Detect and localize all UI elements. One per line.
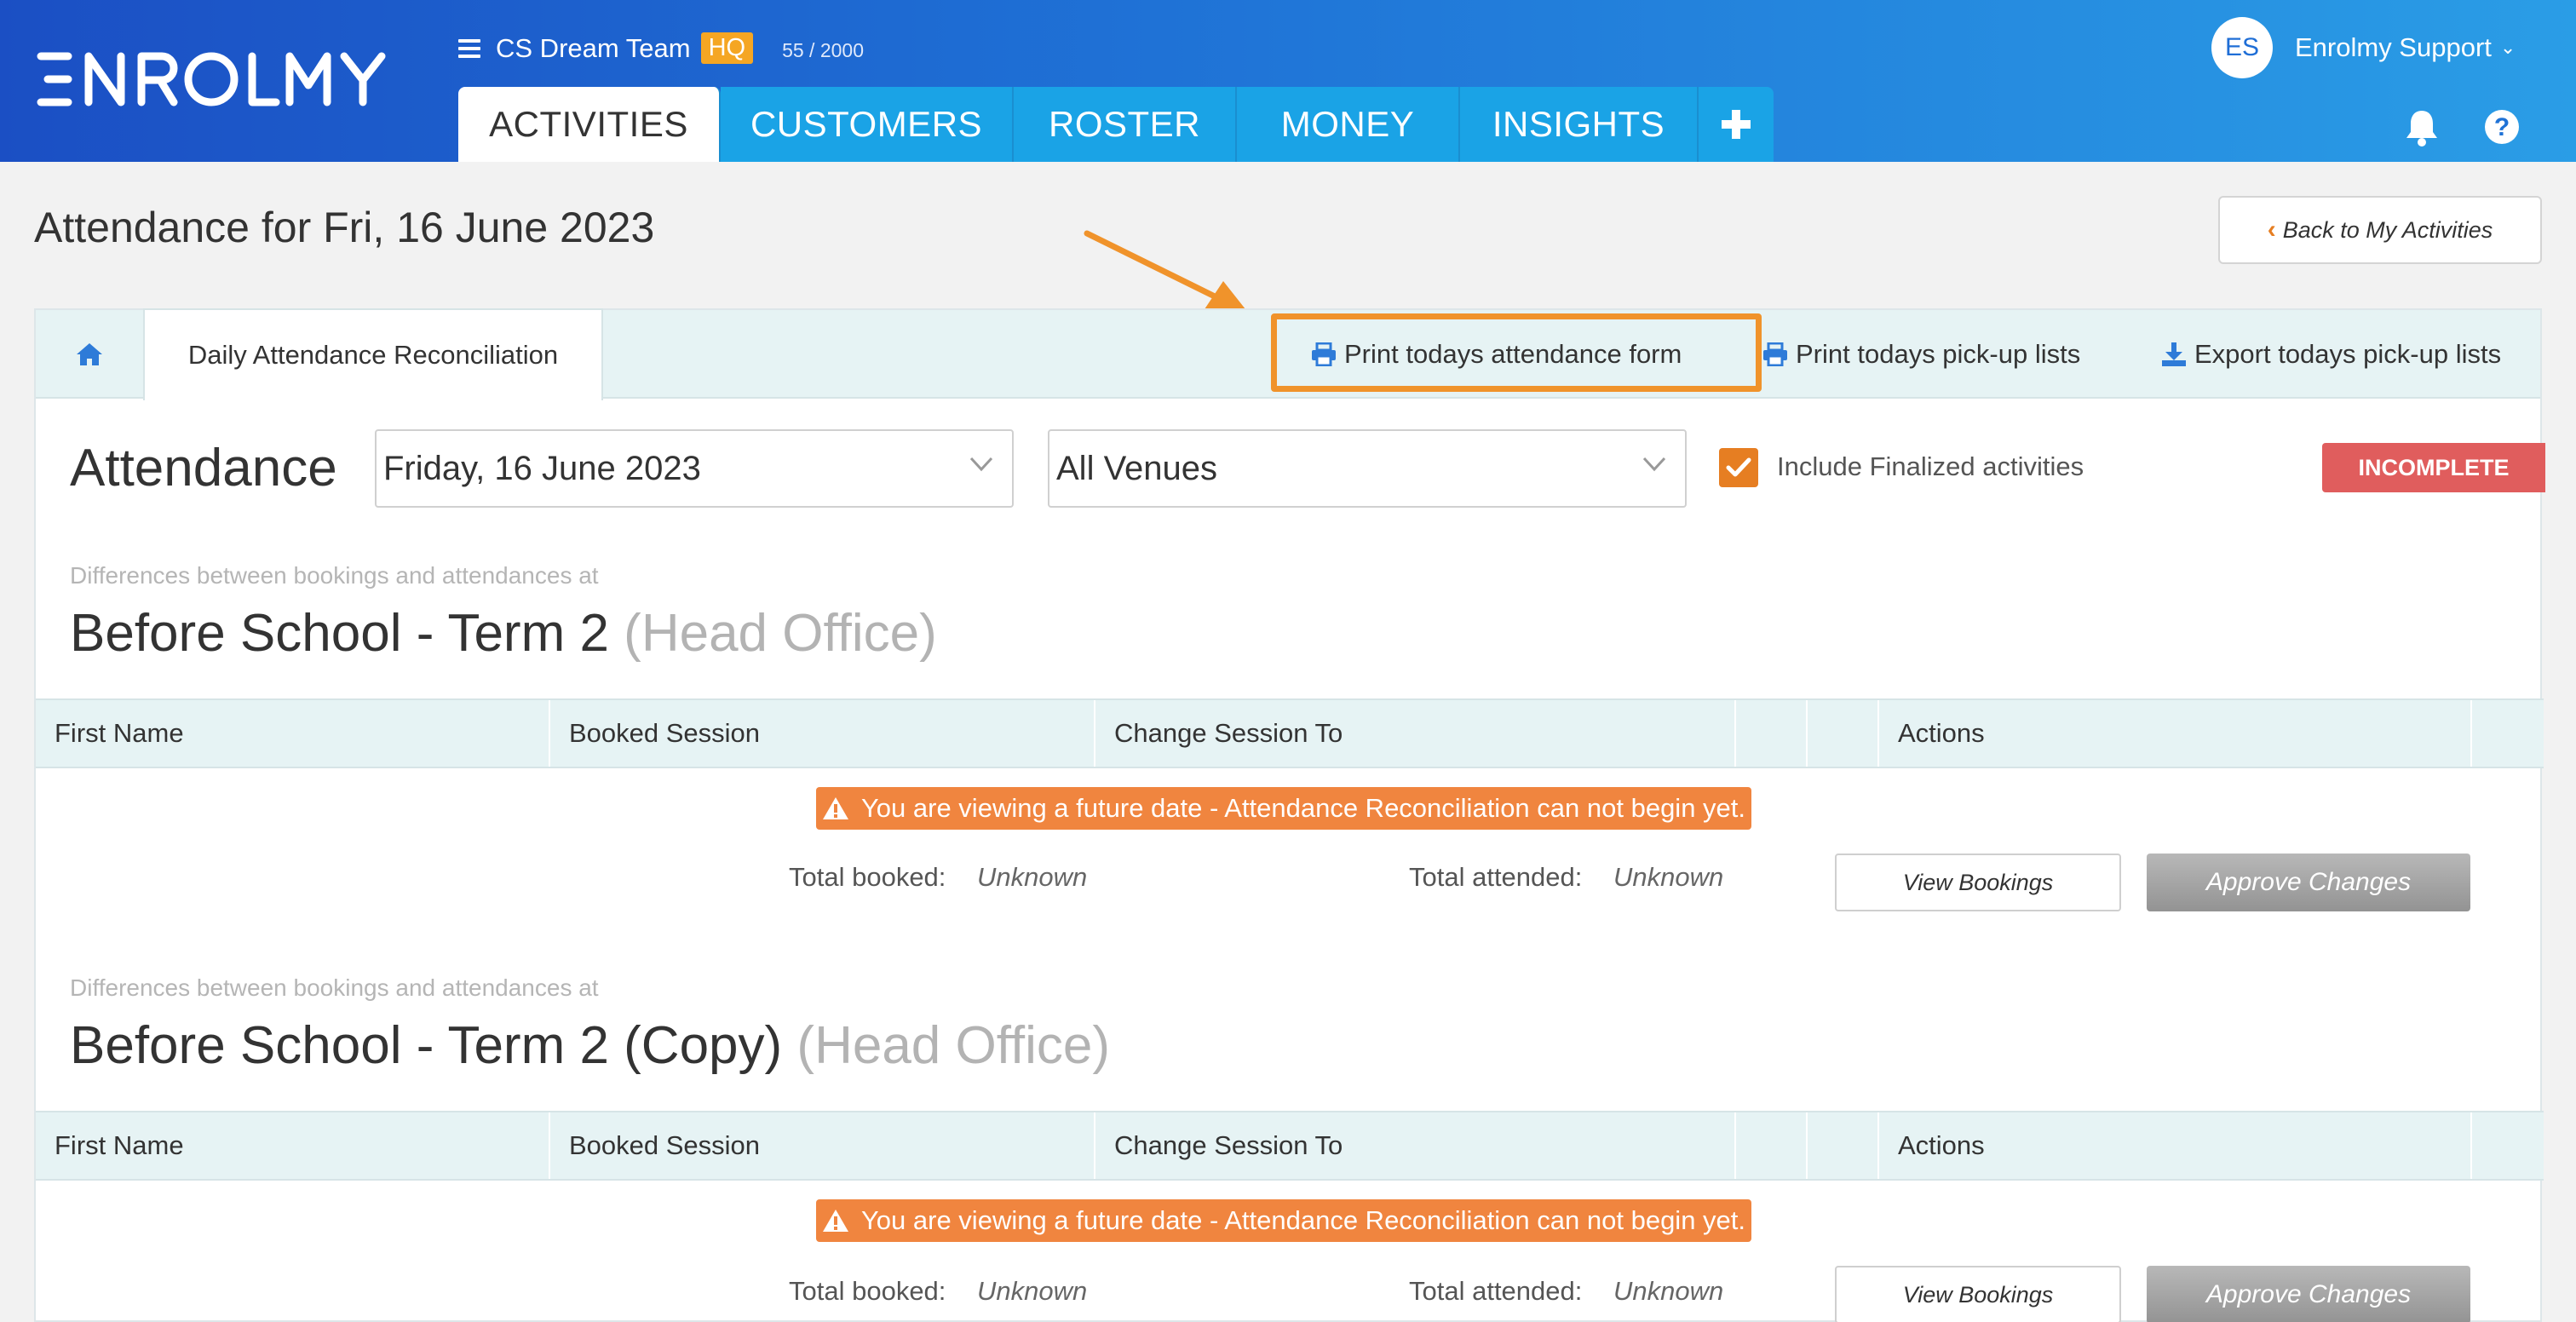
- chevron-down-icon: [969, 457, 993, 472]
- chevron-down-icon: [1642, 457, 1666, 472]
- total-booked-value: Unknown: [977, 862, 1088, 892]
- user-menu[interactable]: ES Enrolmy Support ⌄: [2211, 17, 2516, 78]
- help-button[interactable]: ?: [2484, 109, 2520, 149]
- section-subtitle: Differences between bookings and attenda…: [70, 562, 599, 589]
- column-blank: [1808, 1112, 1879, 1179]
- warning-icon: [822, 1210, 848, 1232]
- tab-roster[interactable]: ROSTER: [1014, 87, 1237, 162]
- print-pickup-lists-label: Print todays pick-up lists: [1796, 339, 2081, 369]
- section-activity-name: Before School - Term 2: [70, 604, 609, 663]
- total-attended-label: Total attended:: [1409, 862, 1583, 892]
- table-header: First Name Booked Session Change Session…: [36, 698, 2544, 768]
- total-attended-label: Total attended:: [1409, 1276, 1583, 1306]
- tab-daily-attendance-reconciliation[interactable]: Daily Attendance Reconciliation: [143, 308, 603, 400]
- section-location: (Head Office): [796, 1016, 1110, 1075]
- chevron-down-icon: ⌄: [2499, 37, 2516, 58]
- section-activity-name: Before School - Term 2 (Copy): [70, 1016, 783, 1075]
- future-date-warning: You are viewing a future date - Attendan…: [816, 1199, 1751, 1242]
- view-bookings-button[interactable]: View Bookings: [1835, 854, 2121, 911]
- column-booked-session: Booked Session: [550, 700, 1095, 767]
- section-location: (Head Office): [624, 604, 937, 663]
- total-attended: Total attended: Unknown: [1409, 1276, 1723, 1307]
- status-badge: INCOMPLETE: [2322, 443, 2545, 492]
- hq-badge: HQ: [700, 32, 754, 64]
- export-pickup-lists-link[interactable]: Export todays pick-up lists: [2160, 310, 2501, 399]
- help-icon: ?: [2485, 110, 2519, 144]
- print-pickup-lists-link[interactable]: Print todays pick-up lists: [1762, 310, 2080, 399]
- section-title: Before School - Term 2 (Copy) (Head Offi…: [70, 1015, 1110, 1076]
- tab-insights[interactable]: INSIGHTS: [1460, 87, 1699, 162]
- main-nav-tabs: ACTIVITIES CUSTOMERS ROSTER MONEY INSIGH…: [458, 87, 1774, 162]
- venue-select[interactable]: All Venues: [1048, 429, 1687, 508]
- back-to-activities-button[interactable]: ‹ Back to My Activities: [2218, 196, 2542, 264]
- team-switcher[interactable]: CS Dream Team HQ 55 / 2000: [458, 32, 864, 64]
- column-actions: Actions: [1879, 1112, 2472, 1179]
- total-booked: Total booked: Unknown: [789, 1276, 1087, 1307]
- tab-customers[interactable]: CUSTOMERS: [721, 87, 1014, 162]
- back-button-label: Back to My Activities: [2282, 216, 2493, 243]
- column-blank: [1808, 700, 1879, 767]
- hamburger-menu-icon[interactable]: [458, 38, 480, 58]
- date-select[interactable]: Friday, 16 June 2023: [375, 429, 1014, 508]
- printer-icon: [1763, 342, 1787, 366]
- export-pickup-lists-label: Export todays pick-up lists: [2194, 339, 2502, 369]
- column-blank: [1736, 700, 1808, 767]
- total-attended-value: Unknown: [1613, 862, 1724, 892]
- enrolmy-logo[interactable]: ENROLMY: [36, 49, 394, 109]
- future-date-warning: You are viewing a future date - Attendan…: [816, 787, 1751, 830]
- attendance-heading: Attendance: [70, 439, 337, 497]
- view-bookings-button[interactable]: View Bookings: [1835, 1266, 2121, 1322]
- total-booked-label: Total booked:: [789, 1276, 946, 1306]
- sub-navigation: Daily Attendance Reconciliation Print to…: [36, 308, 2540, 400]
- download-icon: [2162, 342, 2186, 366]
- total-attended-value: Unknown: [1613, 1276, 1724, 1306]
- section-subtitle: Differences between bookings and attenda…: [70, 974, 599, 1001]
- total-booked: Total booked: Unknown: [789, 862, 1087, 893]
- avatar: ES: [2211, 17, 2273, 78]
- tab-money[interactable]: MONEY: [1237, 87, 1460, 162]
- include-finalized-label[interactable]: Include Finalized activities: [1777, 451, 2084, 482]
- approve-changes-button[interactable]: Approve Changes: [2147, 854, 2470, 911]
- total-attended: Total attended: Unknown: [1409, 862, 1723, 893]
- section-title: Before School - Term 2 (Head Office): [70, 603, 937, 664]
- venue-select-value: All Venues: [1056, 449, 1218, 487]
- attendance-panel: Daily Attendance Reconciliation Print to…: [34, 308, 2545, 1322]
- column-change-session-to: Change Session To: [1095, 700, 1736, 767]
- enrolment-counter: 55 / 2000: [782, 39, 864, 61]
- highlight-box: [1271, 313, 1762, 392]
- warning-text: You are viewing a future date - Attendan…: [860, 1205, 1746, 1235]
- total-booked-value: Unknown: [977, 1276, 1088, 1306]
- approve-changes-button[interactable]: Approve Changes: [2147, 1266, 2470, 1322]
- checkmark-icon: [1726, 457, 1751, 477]
- tab-activities[interactable]: ACTIVITIES: [458, 87, 721, 162]
- warning-text: You are viewing a future date - Attendan…: [860, 793, 1746, 823]
- home-tab[interactable]: [36, 310, 143, 399]
- column-first-name: First Name: [36, 700, 550, 767]
- notifications-button[interactable]: [2404, 109, 2440, 151]
- table-header: First Name Booked Session Change Session…: [36, 1111, 2544, 1181]
- column-change-session-to: Change Session To: [1095, 1112, 1736, 1179]
- column-blank: [1736, 1112, 1808, 1179]
- add-tab-button[interactable]: [1699, 87, 1774, 162]
- logo-wordmark: [37, 52, 386, 106]
- bell-icon: [2406, 111, 2437, 147]
- column-first-name: First Name: [36, 1112, 550, 1179]
- team-name: CS Dream Team: [496, 32, 691, 63]
- plus-icon: [1722, 110, 1751, 139]
- user-name: Enrolmy Support: [2295, 32, 2492, 62]
- include-finalized-checkbox[interactable]: [1719, 448, 1758, 487]
- column-actions: Actions: [1879, 700, 2472, 767]
- top-navbar: ENROLMY CS Dream Team HQ 55 / 2000 ACTIV…: [0, 0, 2576, 162]
- column-booked-session: Booked Session: [550, 1112, 1095, 1179]
- warning-icon: [822, 797, 848, 819]
- date-select-value: Friday, 16 June 2023: [383, 449, 701, 487]
- total-booked-label: Total booked:: [789, 862, 946, 892]
- home-icon: [77, 343, 102, 365]
- page-title: Attendance for Fri, 16 June 2023: [34, 204, 655, 251]
- svg-text:?: ?: [2494, 113, 2510, 141]
- chevron-left-icon: ‹: [2267, 216, 2276, 244]
